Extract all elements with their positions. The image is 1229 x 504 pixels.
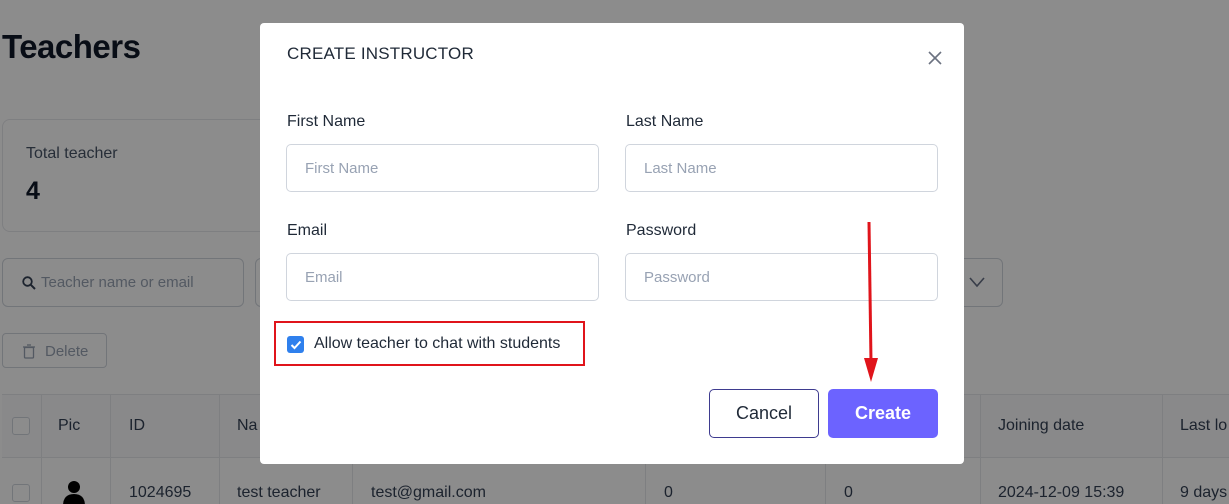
password-label: Password xyxy=(626,222,697,239)
create-button[interactable]: Create xyxy=(828,389,938,438)
cancel-button[interactable]: Cancel xyxy=(709,389,819,438)
chat-permission-option[interactable]: Allow teacher to chat with students xyxy=(274,321,585,366)
chat-permission-label: Allow teacher to chat with students xyxy=(314,335,561,352)
last-name-input[interactable] xyxy=(625,144,938,192)
last-name-label: Last Name xyxy=(626,113,704,130)
password-input[interactable] xyxy=(625,253,938,301)
email-label: Email xyxy=(287,222,328,239)
first-name-label: First Name xyxy=(287,113,366,130)
chat-permission-checkbox[interactable] xyxy=(287,336,304,353)
close-icon xyxy=(928,51,942,65)
email-input[interactable] xyxy=(286,253,599,301)
modal-title: CREATE INSTRUCTOR xyxy=(287,44,474,63)
first-name-input[interactable] xyxy=(286,144,599,192)
create-instructor-modal: CREATE INSTRUCTOR First Name Last Name E… xyxy=(260,23,964,464)
close-button[interactable] xyxy=(921,44,949,72)
check-icon xyxy=(290,340,301,349)
